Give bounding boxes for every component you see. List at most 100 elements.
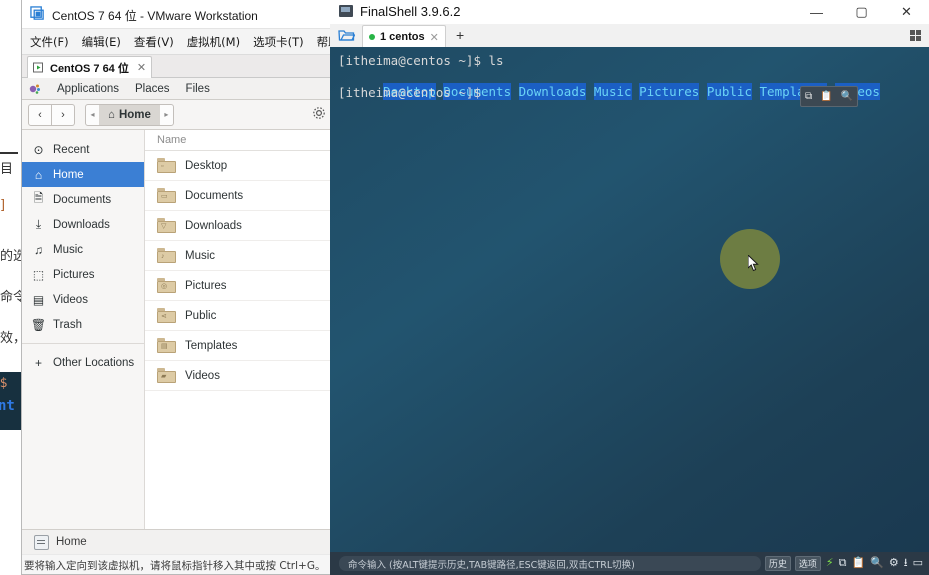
sidebar-item-music[interactable]: ♫ Music	[22, 237, 144, 262]
folder-icon: ▰	[157, 368, 176, 383]
sidebar-item-home[interactable]: ⌂ Home	[22, 162, 144, 187]
file-name: Desktop	[185, 159, 228, 172]
gnome-menu-files[interactable]: Files	[186, 83, 210, 95]
underlay-text-2: ]	[0, 198, 6, 213]
sidebar-item-label: Music	[53, 243, 84, 256]
vmware-menubar[interactable]: 文件(F) 编辑(E) 查看(V) 虚拟机(M) 选项卡(T) 帮助(H)	[22, 29, 334, 55]
folder-icon: ▽	[157, 218, 176, 233]
vmware-tabstrip[interactable]: CentOS 7 64 位 ✕	[22, 55, 334, 78]
gnome-menu-places[interactable]: Places	[135, 83, 170, 95]
breadcrumb-item-home[interactable]: ⌂ Home	[99, 104, 160, 125]
menu-file[interactable]: 文件(F)	[30, 34, 69, 50]
layout-grid-icon[interactable]	[910, 30, 921, 41]
new-tab-button[interactable]: +	[456, 27, 464, 43]
vm-tab-icon	[33, 62, 43, 72]
menu-vm[interactable]: 虚拟机(M)	[187, 34, 240, 50]
gear-icon[interactable]	[312, 106, 326, 120]
terminal-tab-centos[interactable]: 1 centos ✕	[362, 25, 446, 48]
paste-icon[interactable]: 📋	[820, 91, 832, 102]
home-icon: ⌂	[34, 167, 43, 182]
nautilus-body: ⊙ Recent ⌂ Home 🗎 Documents ⤓ Downloads …	[22, 130, 334, 529]
close-icon[interactable]: ✕	[137, 61, 146, 74]
table-row[interactable]: ▫ Desktop	[145, 151, 334, 181]
lightning-icon[interactable]: ⚡	[826, 558, 834, 569]
options-button[interactable]: 选项	[794, 556, 821, 571]
sidebar-item-trash[interactable]: 🗑 Trash	[22, 312, 144, 337]
download-icon[interactable]: ⭳	[904, 558, 908, 569]
download-icon: ⤓	[35, 217, 42, 231]
table-row[interactable]: ▽ Downloads	[145, 211, 334, 241]
nav-buttons[interactable]: ‹ ›	[28, 103, 75, 126]
minimize-button[interactable]: —	[794, 0, 839, 24]
finalshell-bottom-bar[interactable]: 命令输入 (按ALT键提示历史,TAB键路径,ESC键返回,双击CTRL切换) …	[330, 552, 929, 575]
forward-button[interactable]: ›	[52, 103, 75, 126]
close-icon[interactable]: ✕	[430, 31, 439, 44]
table-row[interactable]: ▰ Videos	[145, 361, 334, 391]
sidebar-item-videos[interactable]: ▤ Videos	[22, 287, 144, 312]
breadcrumb-label: Home	[118, 108, 151, 121]
vmware-workstation-window[interactable]: CentOS 7 64 位 - VMware Workstation 文件(F)…	[21, 0, 335, 575]
vmware-tab-centos[interactable]: CentOS 7 64 位 ✕	[27, 56, 153, 78]
sidebar-item-other-locations[interactable]: + Other Locations	[22, 350, 144, 375]
nautilus-file-list[interactable]: Name ▫ Desktop ▭ Documents ▽ Downloads ♪…	[145, 130, 334, 529]
nautilus-status-bar: Home	[22, 529, 334, 554]
gnome-menu-applications[interactable]: Applications	[57, 83, 119, 95]
folder-icon: ◎	[157, 278, 176, 293]
nautilus-sidebar[interactable]: ⊙ Recent ⌂ Home 🗎 Documents ⤓ Downloads …	[22, 130, 145, 529]
file-name: Documents	[185, 189, 244, 202]
sidebar-item-downloads[interactable]: ⤓ Downloads	[22, 212, 144, 237]
search-icon[interactable]: 🔍	[870, 558, 884, 569]
copy-icon[interactable]: ⧉	[805, 91, 812, 102]
dir-downloads: Downloads	[518, 83, 587, 100]
menu-view[interactable]: 查看(V)	[134, 34, 174, 50]
maximize-button[interactable]: ▢	[839, 0, 884, 24]
underlay-term-prompt: ~]$	[0, 376, 8, 391]
sidebar-item-recent[interactable]: ⊙ Recent	[22, 137, 144, 162]
finalshell-icon	[339, 5, 353, 17]
terminal-output-area[interactable]: [itheima@centos ~]$ ls Desktop Documents…	[330, 47, 929, 552]
table-row[interactable]: ▭ Documents	[145, 181, 334, 211]
table-row[interactable]: ⋖ Public	[145, 301, 334, 331]
table-row[interactable]: ◎ Pictures	[145, 271, 334, 301]
table-row[interactable]: ▤ Templates	[145, 331, 334, 361]
camera-icon: ⬚	[32, 267, 45, 282]
folder-icon: ♪	[157, 248, 176, 263]
open-folder-icon[interactable]	[338, 28, 355, 42]
gnome-foot-icon	[29, 84, 40, 94]
settings-icon[interactable]: ⚙	[889, 558, 899, 569]
copy-icon[interactable]: ⧉	[839, 558, 847, 569]
finalshell-tabbar[interactable]: 1 centos ✕ +	[330, 24, 929, 48]
paste-icon[interactable]: 📋	[851, 558, 865, 569]
column-header-name[interactable]: Name	[145, 130, 334, 151]
back-button[interactable]: ‹	[28, 103, 52, 126]
window-icon[interactable]: ▭	[913, 558, 923, 569]
nautilus-header[interactable]: ‹ › ◂ ⌂ Home ▸	[22, 100, 334, 130]
breadcrumb-next-icon[interactable]: ▸	[160, 110, 173, 119]
vmware-icon	[30, 6, 44, 20]
file-name: Downloads	[185, 219, 242, 232]
command-input[interactable]: 命令输入 (按ALT键提示历史,TAB键路径,ESC键返回,双击CTRL切换)	[339, 556, 761, 571]
sidebar-item-pictures[interactable]: ⬚ Pictures	[22, 262, 144, 287]
menu-edit[interactable]: 编辑(E)	[82, 34, 121, 50]
vmware-status-message: 要将输入定向到该虚拟机，请将鼠标指针移入其中或按 Ctrl+G。	[22, 554, 334, 574]
underlay-rule	[0, 152, 18, 154]
gnome-top-bar[interactable]: Applications Places Files	[22, 78, 334, 100]
table-row[interactable]: ♪ Music	[145, 241, 334, 271]
terminal-line-prompt-2: [itheima@centos ~]$	[338, 85, 481, 100]
terminal-floating-toolbar[interactable]: ⧉ 📋 🔍	[800, 86, 858, 107]
home-icon: ⌂	[108, 108, 115, 121]
breadcrumb-prev-icon[interactable]: ◂	[86, 110, 99, 119]
vmware-window-title: CentOS 7 64 位 - VMware Workstation	[52, 9, 258, 23]
breadcrumb[interactable]: ◂ ⌂ Home ▸	[85, 103, 174, 126]
history-button[interactable]: 历史	[764, 556, 791, 571]
finalshell-window[interactable]: FinalShell 3.9.6.2 — ▢ ✕ 1 centos ✕ + [i…	[330, 0, 929, 575]
dir-public: Public	[706, 83, 752, 100]
file-name: Videos	[185, 369, 220, 382]
search-icon[interactable]: 🔍	[841, 91, 853, 102]
folder-icon: ▭	[157, 188, 176, 203]
sidebar-item-label: Videos	[53, 293, 88, 306]
menu-tabs[interactable]: 选项卡(T)	[253, 34, 304, 50]
close-button[interactable]: ✕	[884, 0, 929, 24]
file-name: Public	[185, 309, 217, 322]
sidebar-item-documents[interactable]: 🗎 Documents	[22, 187, 144, 212]
